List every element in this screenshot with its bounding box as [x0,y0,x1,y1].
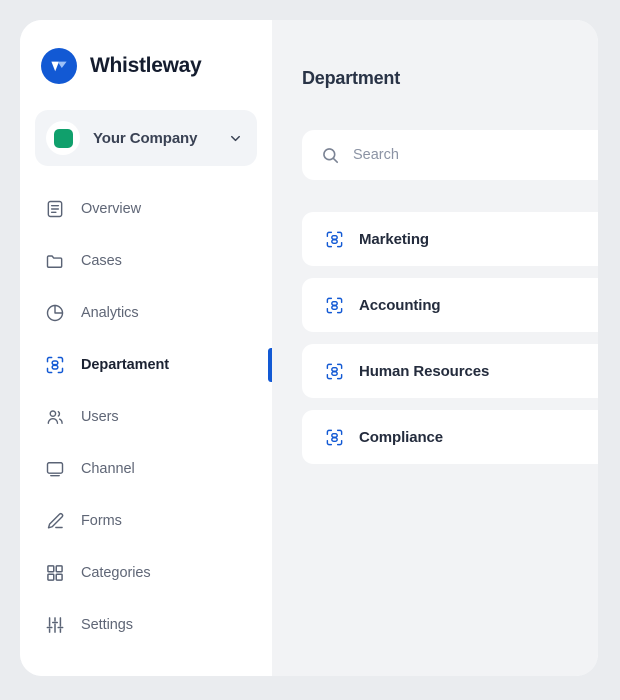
sidebar-item-label: Categories [81,565,151,581]
sidebar-item-departament[interactable]: Departament [20,346,272,384]
folder-icon [44,251,65,272]
sidebar-item-settings[interactable]: Settings [20,606,272,644]
sidebar-item-label: Departament [81,357,170,373]
search-icon [321,146,340,165]
app-window: Whistleway Your Company Overview Cases A… [20,20,598,676]
department-icon [324,229,344,249]
overview-icon [44,199,65,220]
pie-chart-icon [44,303,65,324]
department-icon [324,295,344,315]
sidebar: Whistleway Your Company Overview Cases A… [20,20,272,676]
search-bar[interactable] [302,130,598,180]
sidebar-item-forms[interactable]: Forms [20,502,272,540]
sidebar-item-label: Cases [81,253,122,269]
department-icon [324,427,344,447]
search-input[interactable] [353,147,583,163]
sidebar-nav: Overview Cases Analytics Departament Use… [20,190,272,644]
list-item-label: Human Resources [359,362,490,380]
department-list: Marketing Accounting Human Resources Com… [302,212,598,476]
sidebar-item-analytics[interactable]: Analytics [20,294,272,332]
sliders-icon [44,615,65,636]
grid-icon [44,563,65,584]
company-name: Your Company [93,129,198,147]
list-item[interactable]: Human Resources [302,344,598,398]
whistleway-logo-icon [41,48,77,84]
list-item[interactable]: Marketing [302,212,598,266]
sidebar-item-label: Channel [81,461,135,477]
list-item[interactable]: Compliance [302,410,598,464]
pencil-icon [44,511,65,532]
company-avatar-icon [46,121,80,155]
department-icon [324,361,344,381]
sidebar-item-label: Overview [81,201,142,217]
list-item-label: Marketing [359,230,429,248]
list-item[interactable]: Accounting [302,278,598,332]
sidebar-item-label: Analytics [81,305,139,321]
sidebar-item-categories[interactable]: Categories [20,554,272,592]
chevron-down-icon[interactable] [228,131,243,146]
users-icon [44,407,65,428]
list-item-label: Accounting [359,296,441,314]
sidebar-item-overview[interactable]: Overview [20,190,272,228]
list-item-label: Compliance [359,428,444,446]
brand-header: Whistleway [20,20,272,84]
monitor-icon [44,459,65,480]
sidebar-item-label: Forms [81,513,122,529]
sidebar-item-users[interactable]: Users [20,398,272,436]
sidebar-item-cases[interactable]: Cases [20,242,272,280]
brand-name: Whistleway [90,54,202,77]
department-panel: Department Search Marketing Accounting H… [272,20,598,676]
page-title: Department [302,68,401,88]
company-switcher[interactable]: Your Company [35,110,257,166]
sidebar-item-label: Settings [81,617,133,633]
department-icon [44,355,65,376]
sidebar-item-channel[interactable]: Channel [20,450,272,488]
sidebar-item-label: Users [81,409,119,425]
